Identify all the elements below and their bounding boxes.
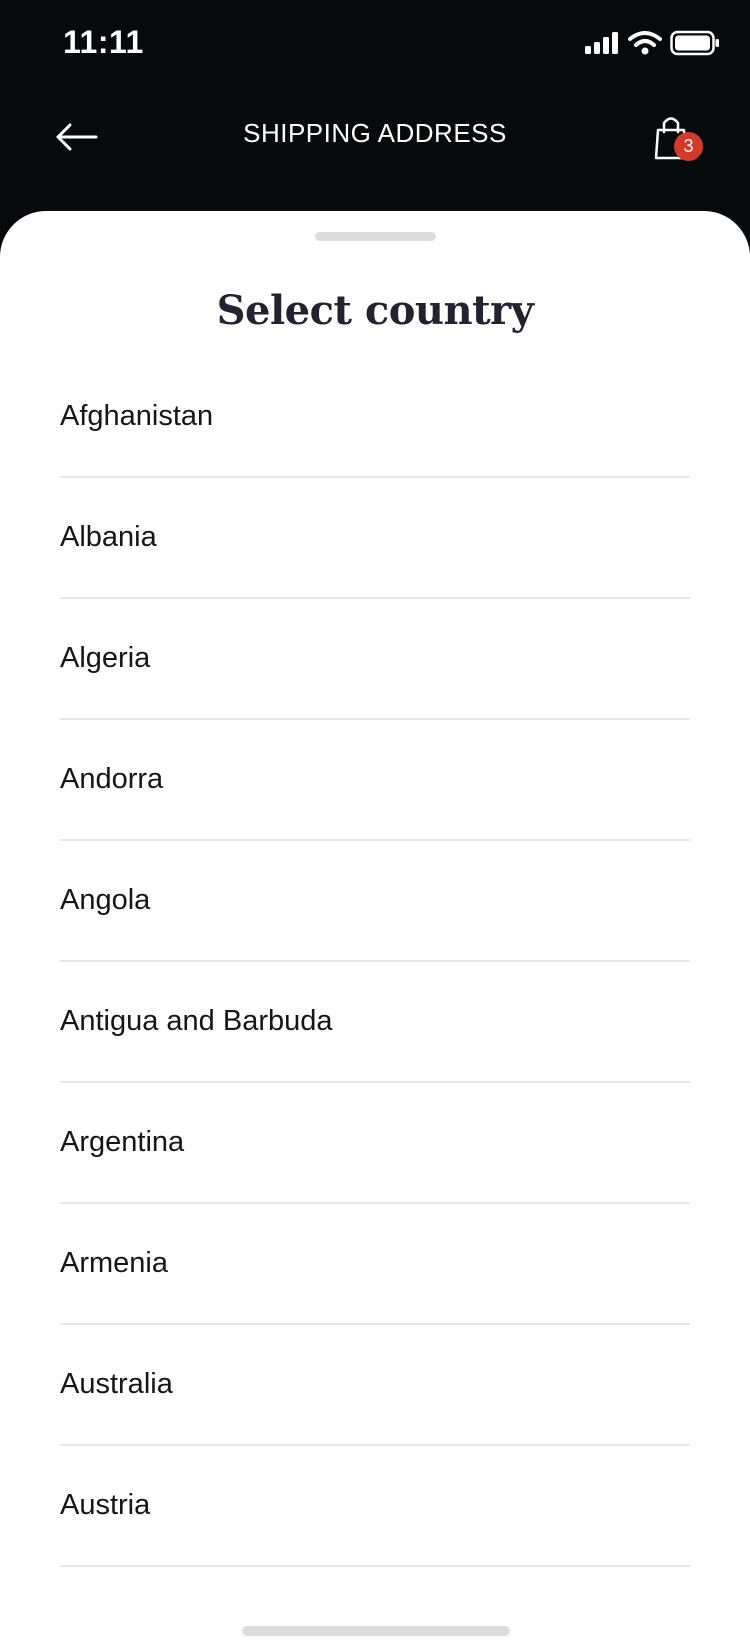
country-option[interactable]: Algeria: [60, 599, 690, 720]
country-list: Afghanistan Albania Algeria Andorra Ango…: [60, 357, 690, 1567]
battery-icon: [670, 30, 719, 56]
nav-bar: SHIPPING ADDRESS 3: [0, 90, 750, 210]
status-icons: [584, 30, 720, 56]
page-title: SHIPPING ADDRESS: [243, 118, 507, 148]
country-option[interactable]: Australia: [60, 1325, 690, 1446]
country-option[interactable]: Angola: [60, 841, 690, 962]
sheet-title: Select country: [216, 287, 534, 334]
wifi-icon: [628, 31, 662, 55]
country-option[interactable]: Austria: [60, 1446, 690, 1567]
country-option[interactable]: Andorra: [60, 720, 690, 841]
country-picker-sheet: Select country Afghanistan Albania Alger…: [0, 211, 750, 1652]
cellular-signal-icon: [585, 32, 618, 54]
status-time: 11:11: [63, 24, 144, 60]
country-option[interactable]: Afghanistan: [60, 357, 690, 478]
home-indicator: [242, 1626, 510, 1636]
sheet-drag-handle[interactable]: [315, 232, 436, 241]
country-option[interactable]: Argentina: [60, 1083, 690, 1204]
status-bar: 11:11: [0, 0, 750, 90]
country-option[interactable]: Albania: [60, 478, 690, 599]
country-option[interactable]: Armenia: [60, 1204, 690, 1325]
cart-button[interactable]: 3: [648, 110, 708, 170]
cart-count-badge: 3: [674, 132, 703, 161]
country-option[interactable]: Antigua and Barbuda: [60, 962, 690, 1083]
